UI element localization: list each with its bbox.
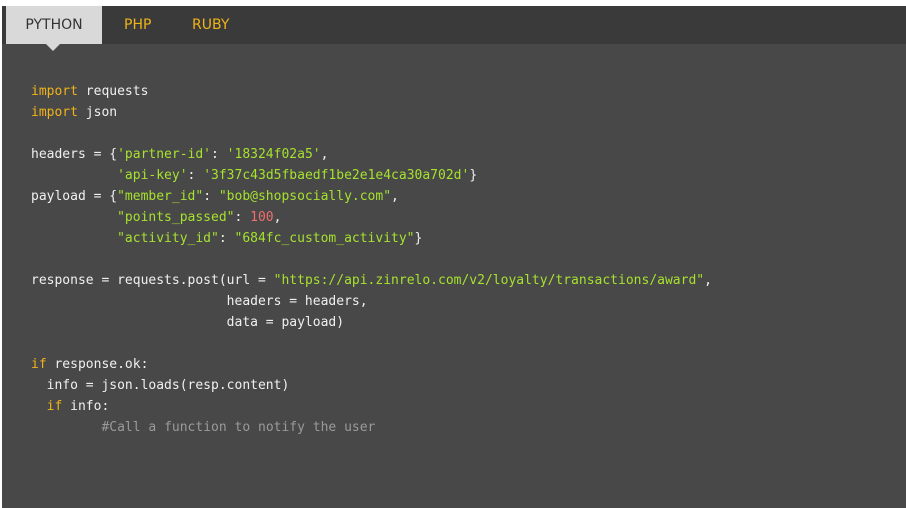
tab-ruby[interactable]: RUBY <box>192 6 229 44</box>
code-text: } <box>414 231 423 246</box>
code-string: "points_passed" <box>117 210 235 225</box>
code-text: info = json.loads(resp.content) <box>31 378 290 393</box>
code-string: "activity_id" <box>117 231 219 246</box>
code-text: response = requests.post(url = <box>31 273 274 288</box>
code-text: info: <box>62 399 110 414</box>
code-keyword: if <box>46 399 63 414</box>
code-text: : <box>218 231 235 246</box>
code-line: 'api-key': '3f37c43d5fbaedf1be2e1e4ca30a… <box>31 165 712 186</box>
code-line: if response.ok: <box>31 354 712 375</box>
code-text: requests <box>77 84 149 99</box>
code-line: #Call a function to notify the user <box>31 417 712 438</box>
code-line: import requests <box>31 81 712 102</box>
code-line: headers = headers, <box>31 291 712 312</box>
code-line: headers = {'partner-id': '18324f02a5', <box>31 144 712 165</box>
code-string: "684fc_custom_activity" <box>234 231 415 246</box>
code-line: info = json.loads(resp.content) <box>31 375 712 396</box>
tab-python[interactable]: PYTHON <box>6 6 102 51</box>
code-keyword: import <box>31 84 78 99</box>
code-text: : <box>187 168 204 183</box>
code-text: , <box>320 147 329 162</box>
code-line: import json <box>31 102 712 123</box>
code-line: if info: <box>31 396 712 417</box>
code-text: json <box>77 105 118 120</box>
code-number: 100 <box>250 210 274 225</box>
code-text: headers = headers, <box>31 294 368 309</box>
code-text: : <box>234 210 251 225</box>
code-text: : <box>203 189 219 204</box>
code-string: 'partner-id' <box>117 147 212 162</box>
code-string: '18324f02a5' <box>226 147 321 162</box>
code-string: "https://api.zinrelo.com/v2/loyalty/tran… <box>273 273 705 288</box>
code-text: : <box>211 147 227 162</box>
code-line: "activity_id": "684fc_custom_activity"} <box>31 228 712 249</box>
code-line: "points_passed": 100, <box>31 207 712 228</box>
tab-php[interactable]: PHP <box>124 6 151 44</box>
code-text: data = payload) <box>31 315 345 330</box>
code-keyword: import <box>31 105 78 120</box>
code-text: , <box>704 273 712 288</box>
code-keyword: if <box>31 357 47 372</box>
code-block: import requests import json headers = {'pa… <box>31 81 712 438</box>
code-sample-panel: PYTHON PHP RUBY import requests import js… <box>2 6 906 508</box>
code-comment: #Call a function to notify the user <box>101 420 376 435</box>
code-string: "bob@shopsocially.com" <box>218 189 392 204</box>
code-text: payload = { <box>31 189 118 204</box>
code-text: , <box>391 189 399 204</box>
code-string: '3f37c43d5fbaedf1be2e1e4ca30a702d' <box>203 168 470 183</box>
code-text: response.ok: <box>46 357 149 372</box>
code-text: } <box>469 168 478 183</box>
code-text: , <box>273 210 282 225</box>
code-line: data = payload) <box>31 312 712 333</box>
code-text: headers = { <box>31 147 118 162</box>
language-tab-bar: PYTHON PHP RUBY <box>2 6 906 51</box>
code-line: response = requests.post(url = "https://… <box>31 270 712 291</box>
code-string: 'api-key' <box>117 168 188 183</box>
code-string: "member_id" <box>117 189 204 204</box>
code-line: payload = {"member_id": "bob@shopsociall… <box>31 186 712 207</box>
